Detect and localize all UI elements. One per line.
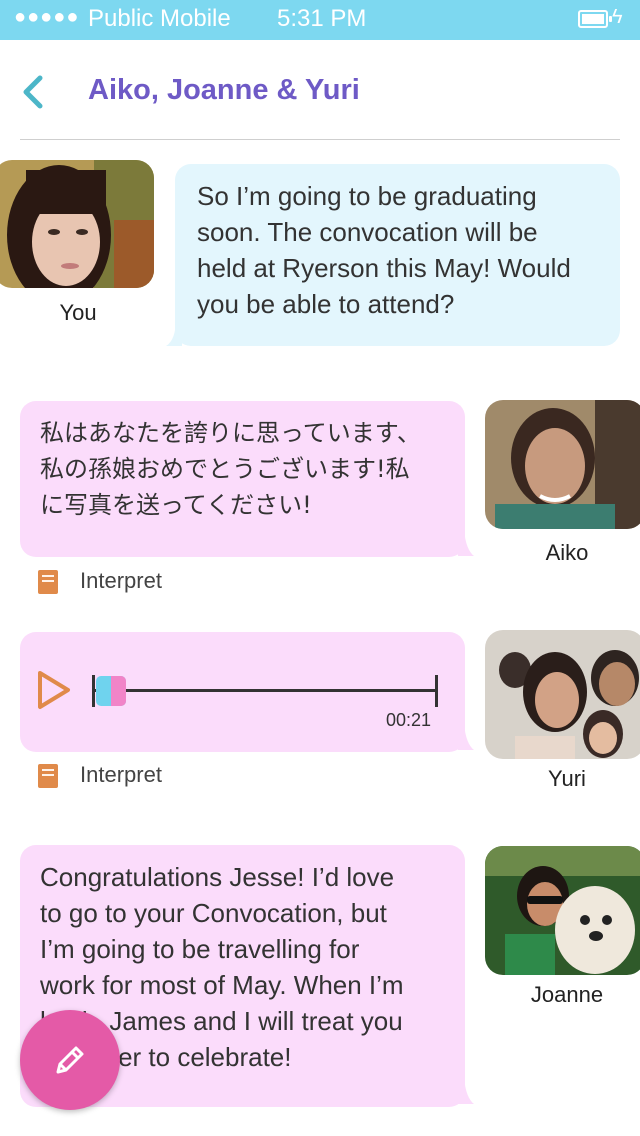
- message-bubble-aiko[interactable]: 私はあなたを誇りに思っています、 私の孫娘おめでとうございます!私 に写真を送っ…: [20, 401, 465, 557]
- message-text-line: I’m going to be travelling for: [40, 934, 360, 964]
- compose-button[interactable]: [20, 1010, 120, 1110]
- avatar-name-joanne: Joanne: [530, 982, 604, 1007]
- status-bar: ●●●●● Public Mobile 5:31 PM ϟ: [0, 0, 640, 40]
- message-text-line: held at Ryerson this May! Would: [197, 253, 571, 283]
- avatar-yuri[interactable]: [485, 630, 640, 759]
- avatar-name-yuri: Yuri: [548, 766, 586, 791]
- conversation-title: Aiko, Joanne & Yuri: [88, 74, 360, 106]
- bubble-tail: [458, 530, 474, 556]
- chevron-left-icon[interactable]: [18, 74, 48, 110]
- message-text-line: work for most of May. When I’m: [40, 970, 404, 1000]
- audio-track-end-cap: [435, 675, 438, 707]
- message-bubble-you[interactable]: So I’m going to be graduating soon. The …: [175, 164, 620, 346]
- audio-track-start-cap: [92, 675, 95, 707]
- message-text-line: So I’m going to be graduating: [197, 181, 537, 211]
- avatar-you[interactable]: [0, 160, 154, 288]
- signal-strength-icon: ●●●●●: [14, 6, 80, 28]
- carrier-name: Public Mobile: [88, 5, 231, 32]
- avatar-joanne[interactable]: [485, 846, 640, 975]
- bubble-tail: [166, 318, 182, 346]
- avatar-aiko[interactable]: [485, 400, 640, 529]
- bubble-tail: [458, 724, 474, 750]
- message-text-line: 私の孫娘おめでとうございます!私: [40, 455, 410, 483]
- interpret-button[interactable]: Interpret: [80, 568, 162, 594]
- book-icon[interactable]: [38, 570, 58, 594]
- play-icon[interactable]: [36, 670, 72, 710]
- message-text-line: soon. The convocation will be: [197, 217, 538, 247]
- message-text-line: to go to your Convocation, but: [40, 898, 387, 928]
- bubble-tail: [458, 1078, 474, 1104]
- pencil-icon: [56, 1046, 84, 1074]
- message-text-line: you be able to attend?: [197, 289, 455, 319]
- conversation-header: Aiko, Joanne & Yuri: [0, 40, 640, 140]
- header-divider: [20, 139, 620, 140]
- audio-duration: 00:21: [386, 710, 432, 730]
- audio-progress-track[interactable]: [94, 689, 438, 692]
- audio-message-bubble-yuri[interactable]: [20, 632, 465, 752]
- avatar-name-you: You: [59, 300, 97, 325]
- interpret-button[interactable]: Interpret: [80, 762, 162, 788]
- bolt-icon: ϟ: [612, 6, 623, 28]
- book-icon[interactable]: [38, 764, 58, 788]
- message-text-line: に写真を送ってください!: [40, 491, 312, 519]
- battery-icon: [578, 10, 612, 28]
- avatar-name-aiko: Aiko: [545, 540, 589, 565]
- audio-playhead-handle[interactable]: [96, 676, 126, 706]
- message-text-line: 私はあなたを誇りに思っています、: [40, 419, 421, 447]
- message-text-line: Congratulations Jesse! I’d love: [40, 862, 395, 892]
- status-time: 5:31 PM: [277, 5, 367, 32]
